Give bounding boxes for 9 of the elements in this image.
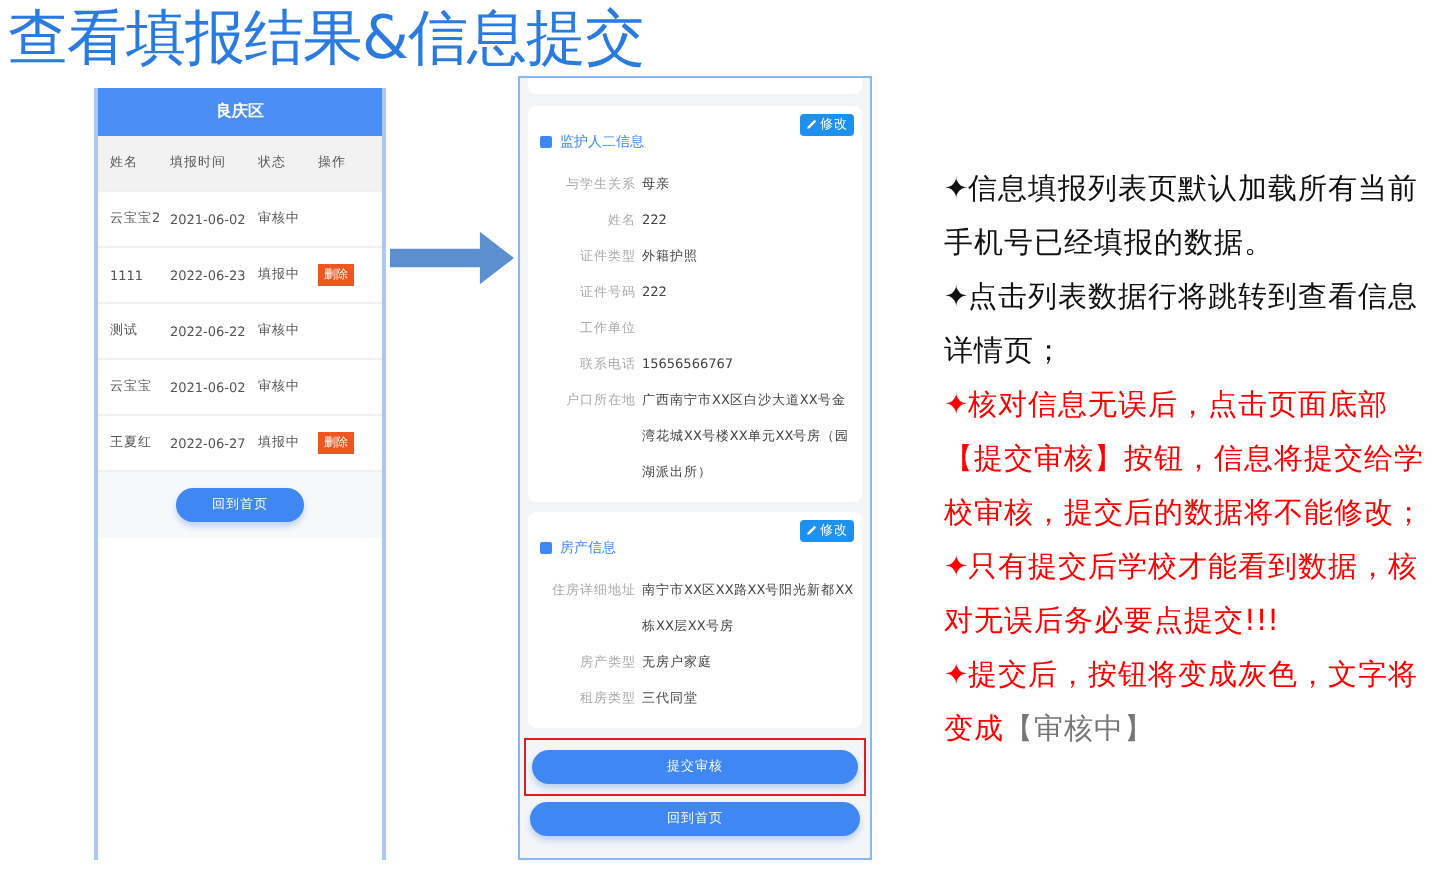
pencil-icon	[806, 523, 818, 535]
screen-header: 良庆区	[98, 88, 382, 136]
note-text: ✦点击列表数据行将跳转到查看信息详情页；	[944, 280, 1421, 372]
note-text: ✦只有提交后学校才能看到数据，核对无误后务必要点提交!!!	[944, 549, 1421, 642]
pencil-icon	[806, 117, 818, 129]
note-text: ✦信息填报列表页默认加载所有当前手机号已经填报的数据。	[944, 172, 1421, 264]
note-text: ✦核对信息无误后，点击页面底部【提交审核】按钮，信息将提交给学校审核，提交后的数据将不能修改；	[944, 387, 1426, 534]
slide-title: 查看填报结果&信息提交	[6, 2, 646, 76]
note-text: ✦提交后，按钮将变成灰色，文字将变成【审核中】	[944, 657, 1421, 750]
